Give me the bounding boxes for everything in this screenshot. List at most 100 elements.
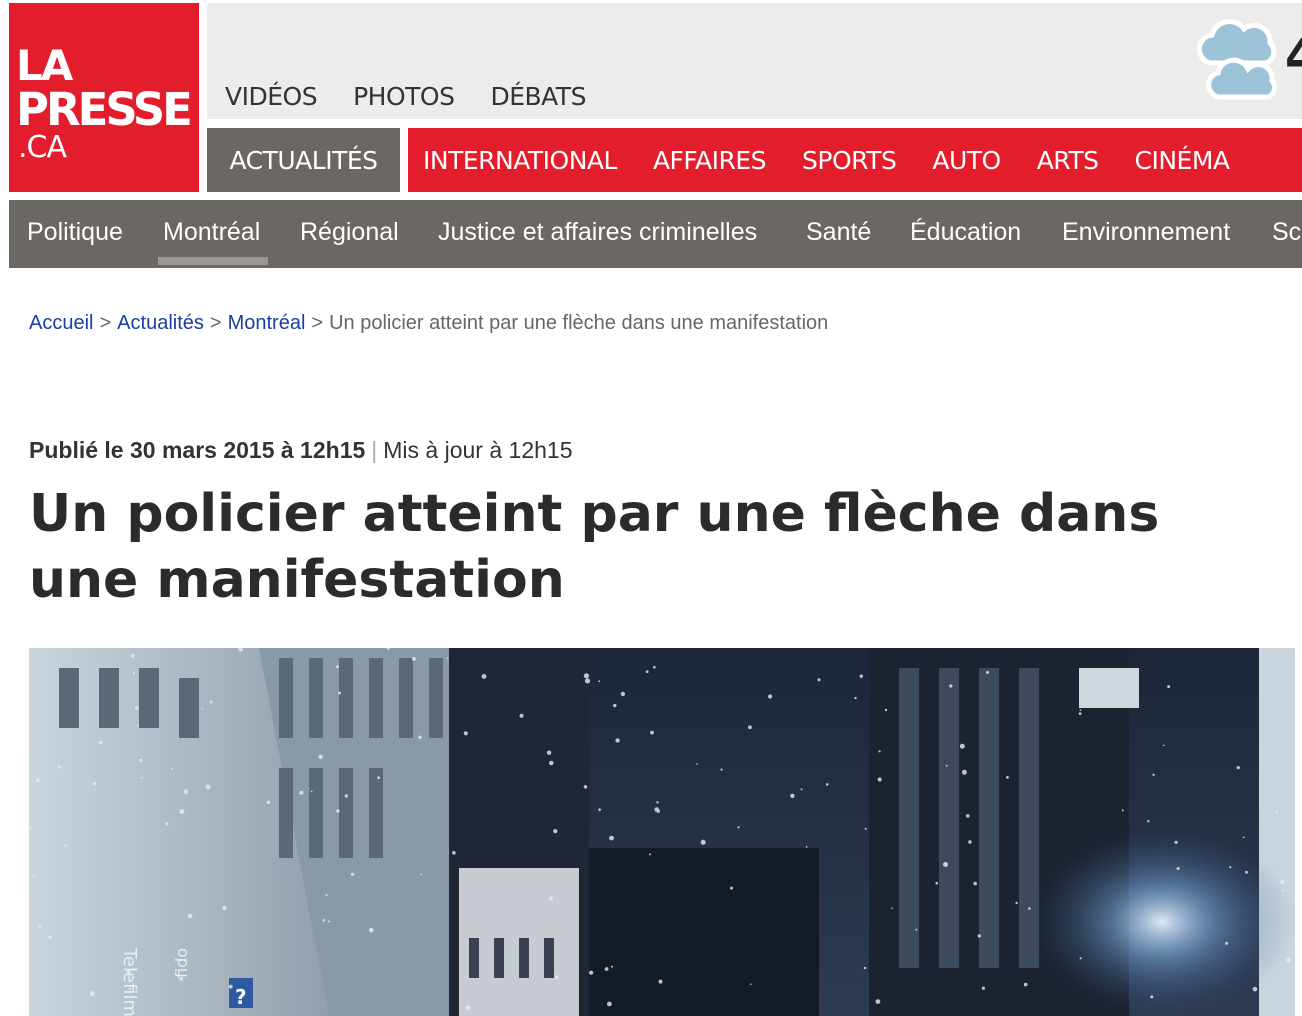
sub-nav: Politique Montréal Régional Justice et a… bbox=[9, 200, 1302, 268]
snowflake bbox=[64, 844, 67, 847]
snowflake bbox=[609, 835, 614, 841]
snowflake bbox=[179, 976, 184, 981]
logo-line-2: PRESSE bbox=[16, 83, 193, 136]
section-nav: ACTUALITÉS INTERNATIONAL AFFAIRES SPORTS… bbox=[207, 128, 1302, 192]
snowflake bbox=[179, 809, 185, 814]
tab-cinema[interactable]: CINÉMA bbox=[1135, 146, 1231, 175]
tab-sports[interactable]: SPORTS bbox=[802, 146, 897, 175]
snowflake bbox=[891, 907, 893, 910]
tab-international[interactable]: INTERNATIONAL bbox=[423, 146, 617, 175]
snowflake bbox=[620, 691, 626, 697]
snowflake bbox=[1152, 773, 1155, 776]
top-band: VIDÉOS PHOTOS DÉBATS 4 bbox=[207, 3, 1302, 119]
snowflake bbox=[89, 991, 95, 997]
snowflake bbox=[645, 670, 649, 673]
snowflake bbox=[750, 983, 752, 985]
snowflake bbox=[1079, 957, 1082, 960]
breadcrumb-link-accueil[interactable]: Accueil bbox=[29, 312, 93, 334]
snowflake bbox=[546, 750, 552, 755]
snowflake bbox=[1280, 879, 1285, 884]
snowflake bbox=[977, 934, 981, 938]
subnav-item-sante[interactable]: Santé bbox=[806, 217, 871, 247]
snowflake bbox=[1147, 820, 1150, 823]
snowflake bbox=[222, 906, 227, 911]
snowflake bbox=[187, 913, 193, 919]
snowflake bbox=[128, 987, 131, 991]
snowflake bbox=[730, 886, 733, 890]
snowflake bbox=[973, 881, 977, 886]
snowflake bbox=[209, 700, 213, 704]
snowflake bbox=[205, 784, 211, 790]
snowflake bbox=[99, 740, 103, 745]
tab-arts[interactable]: ARTS bbox=[1037, 146, 1099, 175]
tab-affaires[interactable]: AFFAIRES bbox=[653, 146, 767, 175]
article-photo[interactable]: Telefilm fido ? bbox=[29, 648, 1295, 1016]
snowflake bbox=[1174, 840, 1178, 844]
top-nav-debats[interactable]: DÉBATS bbox=[490, 83, 586, 111]
snowflake bbox=[589, 970, 594, 975]
article-title: Un policier atteint par une flèche dans … bbox=[29, 484, 1160, 610]
top-nav-videos[interactable]: VIDÉOS bbox=[225, 83, 318, 111]
snowflake bbox=[126, 969, 131, 974]
published-date: Publié le 30 mars 2015 à 12h15 bbox=[29, 437, 366, 463]
snowflake bbox=[132, 672, 135, 675]
snowflake bbox=[943, 862, 948, 867]
breadcrumb-link-actualites[interactable]: Actualités bbox=[117, 312, 204, 334]
snowflake bbox=[615, 738, 620, 743]
subnav-item-montreal[interactable]: Montréal bbox=[163, 217, 260, 247]
snowflake bbox=[817, 678, 821, 682]
snowflake bbox=[548, 896, 553, 901]
snowflake bbox=[549, 760, 554, 766]
snowflake bbox=[1236, 766, 1240, 770]
top-nav-photos[interactable]: PHOTOS bbox=[353, 83, 455, 111]
snowflake bbox=[369, 927, 374, 933]
snowflake bbox=[604, 967, 609, 971]
subnav-item-education[interactable]: Éducation bbox=[910, 217, 1021, 247]
tab-actualites[interactable]: ACTUALITÉS bbox=[207, 128, 400, 192]
snowflake bbox=[915, 928, 918, 931]
active-underline bbox=[158, 257, 268, 265]
snowflake bbox=[452, 851, 456, 855]
snowflake bbox=[92, 782, 97, 786]
subnav-item-politique[interactable]: Politique bbox=[27, 217, 123, 247]
snowflake bbox=[583, 785, 588, 789]
snowflake bbox=[36, 778, 40, 783]
snowflake bbox=[935, 881, 938, 885]
snowflake bbox=[48, 935, 52, 939]
subnav-item-justice[interactable]: Justice et affaires criminelles bbox=[438, 217, 757, 247]
snowflake bbox=[583, 673, 590, 679]
snowflake bbox=[1167, 685, 1171, 689]
breadcrumb-link-montreal[interactable]: Montréal bbox=[228, 312, 306, 334]
snowflake bbox=[607, 1001, 612, 1007]
snowflake bbox=[1006, 776, 1009, 779]
snowflake bbox=[322, 919, 326, 922]
snowflake bbox=[519, 713, 524, 718]
snowflake bbox=[38, 924, 42, 928]
snowflake bbox=[959, 743, 965, 749]
snowflake bbox=[877, 777, 882, 782]
snowflake bbox=[318, 754, 323, 760]
snowflake bbox=[1162, 744, 1165, 747]
snowflake bbox=[325, 894, 328, 897]
meta-divider: | bbox=[371, 437, 378, 463]
snowflake bbox=[613, 703, 617, 708]
lapresse-logo[interactable]: LA PRESSE .CA bbox=[9, 3, 199, 192]
subnav-item-sciences[interactable]: Sc bbox=[1272, 217, 1301, 247]
snowflake bbox=[1028, 907, 1031, 910]
snowflake bbox=[463, 731, 468, 736]
snowflake bbox=[748, 725, 752, 730]
cloud-icon[interactable] bbox=[1182, 17, 1282, 107]
snowflake bbox=[1229, 866, 1232, 869]
snowflake bbox=[863, 966, 867, 970]
subnav-item-environnement[interactable]: Environnement bbox=[1062, 217, 1230, 247]
snowflake bbox=[700, 839, 706, 845]
snowflake bbox=[800, 788, 803, 791]
snowflake bbox=[981, 986, 986, 990]
snowflake bbox=[656, 801, 659, 804]
snowflake bbox=[555, 975, 559, 979]
logo-line-3: .CA bbox=[18, 130, 67, 165]
subnav-item-regional[interactable]: Régional bbox=[300, 217, 399, 247]
tab-auto[interactable]: AUTO bbox=[932, 146, 1001, 175]
snowflake bbox=[1225, 941, 1229, 945]
snowflake bbox=[884, 708, 888, 712]
